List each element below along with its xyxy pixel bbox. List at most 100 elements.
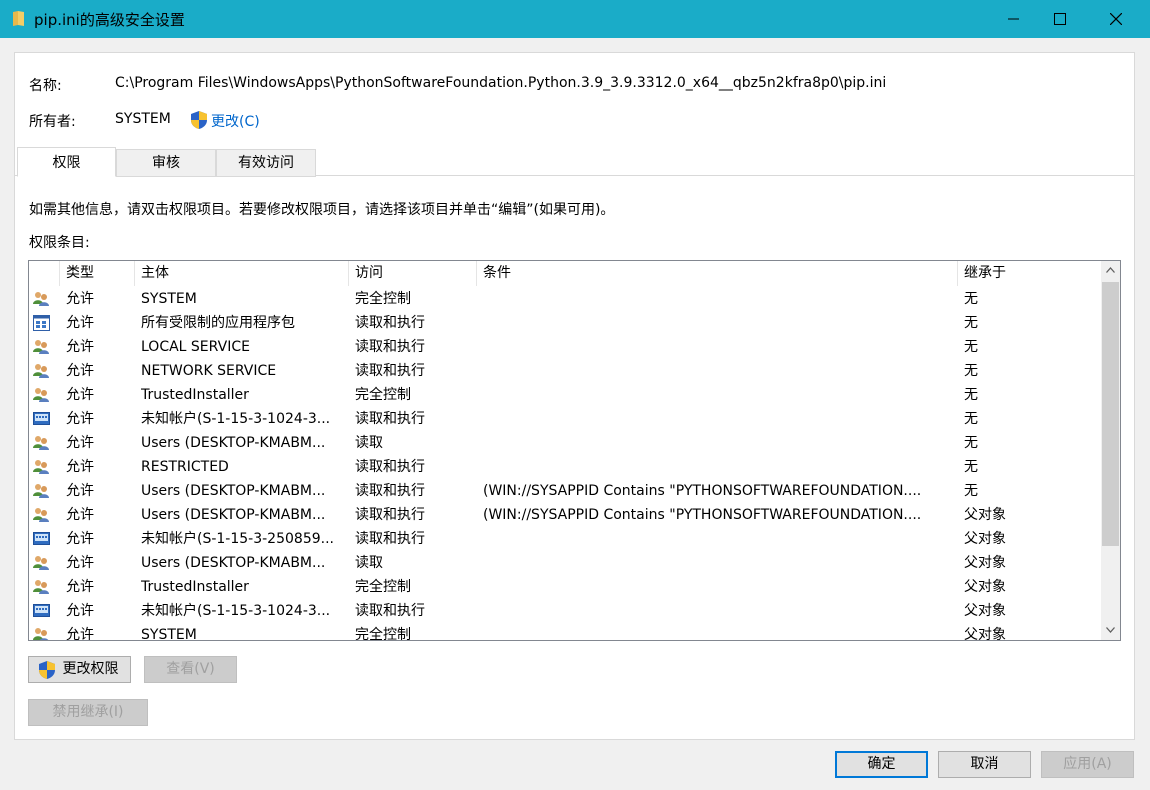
row-inherited-from: 父对象 <box>964 603 1006 619</box>
table-row[interactable]: 允许 SYSTEM 完全控制 父对象 <box>29 623 1101 641</box>
uac-shield-icon <box>191 111 207 129</box>
table-row[interactable]: 允许 未知帐户(S-1-15-3-250859... 读取和执行 父对象 <box>29 527 1101 551</box>
row-access: 读取和执行 <box>355 315 425 331</box>
row-access: 完全控制 <box>355 387 411 403</box>
permission-entries-list[interactable]: 类型 主体 访问 条件 继承于 允许 SYSTEM 完全控制无允许 所有受限制的应用程… <box>28 260 1121 641</box>
tab-permissions[interactable]: 权限 <box>17 147 116 177</box>
change-permissions-label: 更改权限 <box>62 661 119 677</box>
row-principal: TrustedInstaller <box>141 387 249 403</box>
row-inherited-from: 无 <box>964 315 978 331</box>
row-condition: (WIN://SYSAPPID Contains "PYTHONSOFTWARE… <box>483 507 922 523</box>
table-row[interactable]: 允许 LOCAL SERVICE 读取和执行 无 <box>29 335 1101 359</box>
close-icon <box>1110 13 1122 25</box>
app-package-icon <box>33 311 53 335</box>
table-row[interactable]: 允许 TrustedInstaller 完全控制 无 <box>29 383 1101 407</box>
row-access: 完全控制 <box>355 291 411 307</box>
users-icon <box>33 335 53 359</box>
users-icon <box>33 575 53 599</box>
table-row[interactable]: 允许 Users (DESKTOP-KMABM... 读取和执行 (WIN://SYS… <box>29 503 1101 527</box>
row-condition <box>483 311 955 335</box>
unknown-account-icon <box>33 599 53 623</box>
ok-button[interactable]: 确定 <box>835 751 928 778</box>
scroll-thumb[interactable] <box>1102 282 1119 546</box>
row-condition: (WIN://SYSAPPID Contains "PYTHONSOFTWARE… <box>483 483 922 499</box>
table-row[interactable]: 允许 TrustedInstaller 完全控制 父对象 <box>29 575 1101 599</box>
chevron-up-icon <box>1106 267 1115 273</box>
table-row[interactable]: 允许 未知帐户(S-1-15-3-1024-3... 读取和执行 无 <box>29 407 1101 431</box>
scroll-down-button[interactable] <box>1101 621 1120 640</box>
row-inherited-from: 父对象 <box>964 627 1006 641</box>
row-condition <box>483 383 955 407</box>
tab-auditing[interactable]: 审核 <box>116 149 216 177</box>
owner-value: SYSTEM <box>115 111 171 127</box>
table-row[interactable]: 允许 所有受限制的应用程序包 读取和执行 无 <box>29 311 1101 335</box>
row-principal: RESTRICTED <box>141 459 229 475</box>
tab-strip: 权限 审核 有效访问 <box>15 147 1134 177</box>
minimize-button[interactable] <box>991 0 1037 38</box>
cancel-button[interactable]: 取消 <box>938 751 1031 778</box>
row-access: 读取和执行 <box>355 483 425 499</box>
row-condition <box>483 599 955 623</box>
minimize-icon <box>1008 18 1019 20</box>
list-header: 类型 主体 访问 条件 继承于 <box>29 261 1101 286</box>
unknown-account-icon <box>33 527 53 551</box>
row-type: 允许 <box>66 555 94 571</box>
row-condition <box>483 431 955 455</box>
row-principal: SYSTEM <box>141 627 197 641</box>
row-type: 允许 <box>66 411 94 427</box>
table-row[interactable]: 允许 Users (DESKTOP-KMABM... 读取和执行 (WIN://SYS… <box>29 479 1101 503</box>
table-row[interactable]: 允许 Users (DESKTOP-KMABM... 读取 无 <box>29 431 1101 455</box>
view-button[interactable]: 查看(V) <box>144 656 237 683</box>
row-access: 读取和执行 <box>355 459 425 475</box>
row-type: 允许 <box>66 579 94 595</box>
users-icon <box>33 383 53 407</box>
row-access: 读取 <box>355 435 383 451</box>
disable-inheritance-button[interactable]: 禁用继承(I) <box>28 699 148 726</box>
row-inherited-from: 父对象 <box>964 555 1006 571</box>
file-path: C:\Program Files\WindowsApps\PythonSoftw… <box>115 75 887 91</box>
change-permissions-button[interactable]: 更改权限 <box>28 656 131 683</box>
change-owner-link[interactable]: 更改(C) <box>211 111 260 131</box>
row-principal: 未知帐户(S-1-15-3-1024-3... <box>141 411 331 427</box>
row-principal: Users (DESKTOP-KMABM... <box>141 507 326 523</box>
row-access: 读取和执行 <box>355 411 425 427</box>
row-access: 读取和执行 <box>355 531 425 547</box>
row-access: 读取和执行 <box>355 363 425 379</box>
header-condition[interactable]: 条件 <box>477 261 958 286</box>
table-row[interactable]: 允许 RESTRICTED 读取和执行 无 <box>29 455 1101 479</box>
row-access: 读取 <box>355 555 383 571</box>
maximize-button[interactable] <box>1037 0 1083 38</box>
header-type[interactable]: 类型 <box>60 261 135 286</box>
header-inherited-from[interactable]: 继承于 <box>958 261 1101 286</box>
row-inherited-from: 无 <box>964 411 978 427</box>
table-row[interactable]: 允许 未知帐户(S-1-15-3-1024-3... 读取和执行 父对象 <box>29 599 1101 623</box>
header-access[interactable]: 访问 <box>349 261 477 286</box>
tab-effective-access[interactable]: 有效访问 <box>216 149 316 177</box>
row-principal: 未知帐户(S-1-15-3-1024-3... <box>141 603 331 619</box>
window-title: pip.ini的高级安全设置 <box>34 11 185 29</box>
table-row[interactable]: 允许 Users (DESKTOP-KMABM... 读取 父对象 <box>29 551 1101 575</box>
row-condition <box>483 623 955 640</box>
users-icon <box>33 287 53 311</box>
row-inherited-from: 无 <box>964 387 978 403</box>
row-condition <box>483 575 955 599</box>
row-inherited-from: 父对象 <box>964 531 1006 547</box>
table-row[interactable]: 允许 SYSTEM 完全控制 无 <box>29 287 1101 311</box>
row-access: 读取和执行 <box>355 339 425 355</box>
close-button[interactable] <box>1093 0 1139 38</box>
scroll-up-button[interactable] <box>1101 261 1120 280</box>
header-principal[interactable]: 主体 <box>135 261 349 286</box>
maximize-icon <box>1054 13 1066 25</box>
vertical-scrollbar[interactable] <box>1101 261 1120 640</box>
title-bar[interactable]: pip.ini的高级安全设置 <box>0 0 1150 38</box>
row-inherited-from: 父对象 <box>964 507 1006 523</box>
row-principal: NETWORK SERVICE <box>141 363 277 379</box>
row-condition <box>483 551 955 575</box>
row-type: 允许 <box>66 291 94 307</box>
row-type: 允许 <box>66 315 94 331</box>
table-row[interactable]: 允许 NETWORK SERVICE 读取和执行 无 <box>29 359 1101 383</box>
owner-label: 所有者: <box>29 114 76 130</box>
row-access: 完全控制 <box>355 627 411 641</box>
name-label: 名称: <box>29 78 62 94</box>
apply-button[interactable]: 应用(A) <box>1041 751 1134 778</box>
